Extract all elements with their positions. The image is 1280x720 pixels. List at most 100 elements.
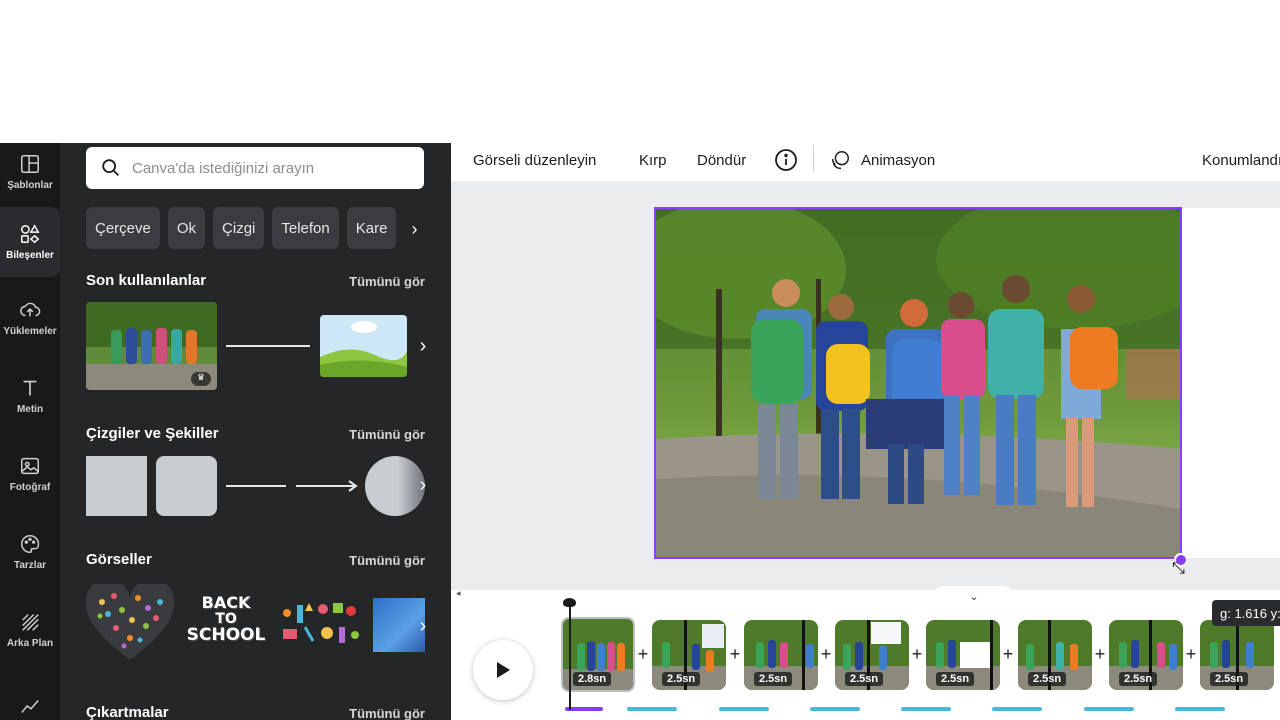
- selected-photo-element[interactable]: [654, 207, 1182, 559]
- lines-next-icon[interactable]: ›: [413, 474, 433, 497]
- info-button[interactable]: [774, 146, 798, 174]
- add-clip-button-4[interactable]: +: [909, 644, 925, 665]
- graphics-next-icon[interactable]: ›: [413, 615, 433, 638]
- playhead-knob[interactable]: [563, 598, 576, 607]
- rail-item-styles[interactable]: Tarzlar: [0, 517, 60, 587]
- add-clip-button-1[interactable]: +: [635, 644, 651, 665]
- clip-duration: 2.5sn: [1119, 672, 1158, 686]
- clip-audio-bar-4: [810, 707, 860, 711]
- search-input[interactable]: [132, 159, 412, 177]
- chip-line[interactable]: Çizgi: [213, 207, 265, 249]
- timeline-clip-2[interactable]: 2.5sn: [652, 620, 726, 690]
- animation-label: Animasyon: [861, 151, 936, 169]
- animation-icon: [831, 151, 849, 169]
- elements-panel: Çerçeve Ok Çizgi Telefon Kare › Son kull…: [60, 143, 451, 720]
- see-all-graphics[interactable]: Tümünü gör: [349, 553, 425, 568]
- see-all-recent[interactable]: Tümünü gör: [349, 274, 425, 289]
- clip-duration: 2.5sn: [754, 672, 793, 686]
- add-clip-button-3[interactable]: +: [818, 644, 834, 665]
- section-title-stickers: Çıkartmalar: [86, 704, 169, 720]
- rail-item-photos[interactable]: Fotoğraf: [0, 439, 60, 509]
- shape-arrow[interactable]: [296, 479, 358, 493]
- search-box[interactable]: [86, 147, 424, 189]
- search-icon: [102, 159, 119, 176]
- shape-line[interactable]: [226, 485, 286, 487]
- chip-arrow[interactable]: Ok: [167, 207, 206, 249]
- info-icon: [775, 149, 797, 171]
- clip-duration: 2.5sn: [845, 672, 884, 686]
- crop-button[interactable]: Kırp: [639, 146, 667, 174]
- see-all-stickers[interactable]: Tümünü gör: [349, 706, 425, 720]
- chip-phone[interactable]: Telefon: [272, 207, 339, 249]
- toolbar-divider: [813, 145, 814, 171]
- back-to-school-graphic[interactable]: BACK TO SCHOOL: [181, 595, 271, 655]
- clip-duration: 2.8sn: [573, 672, 612, 686]
- contextual-toolbar: Görseli düzenleyin Kırp Döndür Animasyon…: [451, 143, 1280, 181]
- shape-square[interactable]: [86, 456, 147, 516]
- rotate-button[interactable]: Döndür: [697, 146, 746, 174]
- resize-cursor-icon: ⤡: [1172, 560, 1185, 577]
- rail-label: Şablonlar: [7, 180, 53, 191]
- timeline-clip-3[interactable]: 2.5sn: [744, 620, 818, 690]
- timeline-clip-1[interactable]: 2.8sn: [561, 617, 635, 692]
- top-blank-area: [0, 0, 1280, 143]
- chips-next-icon[interactable]: ›: [404, 207, 424, 251]
- position-tooltip: g: 1.616 y:: [1212, 600, 1280, 626]
- add-clip-button-7[interactable]: +: [1183, 644, 1199, 665]
- clip-duration: 2.5sn: [1210, 672, 1249, 686]
- left-rail: Şablonlar Bileşenler Yüklemeler Metin Fo…: [0, 143, 60, 720]
- heart-graphic[interactable]: [85, 578, 175, 664]
- animation-button[interactable]: Animasyon: [829, 146, 935, 174]
- clip-duration: 2.5sn: [936, 672, 975, 686]
- chip-frame[interactable]: Çerçeve: [86, 207, 160, 249]
- rail-item-text[interactable]: Metin: [0, 361, 60, 431]
- clip-audio-bar-2: [627, 707, 677, 711]
- rail-label: Fotoğraf: [9, 482, 51, 493]
- add-clip-button-6[interactable]: +: [1092, 644, 1108, 665]
- rail-label: Yüklemeler: [3, 326, 57, 337]
- section-title-graphics: Görseller: [86, 551, 152, 568]
- timeline-clip-8[interactable]: 2.5sn: [1200, 620, 1274, 690]
- school-supplies-graphic[interactable]: [277, 599, 361, 651]
- clip-audio-bar-3: [719, 707, 769, 711]
- recent-photo-thumb[interactable]: ♛: [86, 302, 217, 390]
- rail-label: Bileşenler: [6, 250, 54, 261]
- play-icon: [497, 662, 510, 678]
- add-clip-button-2[interactable]: +: [727, 644, 743, 665]
- bts-line-3: SCHOOL: [186, 625, 266, 645]
- see-all-lines[interactable]: Tümünü gör: [349, 427, 425, 442]
- canva-editor: Şablonlar Bileşenler Yüklemeler Metin Fo…: [0, 0, 1280, 720]
- clip-audio-bar-6: [992, 707, 1042, 711]
- edit-image-button[interactable]: Görseli düzenleyin: [473, 146, 596, 174]
- rail-item-charts[interactable]: [0, 673, 60, 720]
- chart-icon: [21, 700, 39, 713]
- timeline-clip-5[interactable]: 2.5sn: [926, 620, 1000, 690]
- clip-duration: 2.5sn: [1028, 672, 1067, 686]
- timeline-clip-4[interactable]: 2.5sn: [835, 620, 909, 690]
- play-button[interactable]: [473, 640, 533, 700]
- timeline-clip-7[interactable]: 2.5sn: [1109, 620, 1183, 690]
- chip-square[interactable]: Kare: [346, 207, 397, 249]
- text-icon: [23, 380, 37, 396]
- recent-landscape-thumb[interactable]: [320, 315, 407, 377]
- premium-crown-icon: ♛: [191, 372, 211, 386]
- rail-item-uploads[interactable]: Yüklemeler: [0, 283, 60, 353]
- timeline-scroll-left-icon[interactable]: ◂: [456, 588, 461, 599]
- recent-next-icon[interactable]: ›: [413, 335, 433, 358]
- timeline-toggle[interactable]: ⌄: [933, 586, 1015, 606]
- recent-line-item[interactable]: [226, 345, 310, 347]
- rail-item-elements[interactable]: Bileşenler: [0, 207, 60, 277]
- rail-item-background[interactable]: Arka Plan: [0, 595, 60, 665]
- bts-line-1: BACK: [201, 593, 251, 612]
- playhead[interactable]: [569, 604, 571, 710]
- position-button[interactable]: Konumlandır: [1202, 146, 1280, 174]
- shape-rounded-square[interactable]: [156, 456, 217, 516]
- section-title-lines: Çizgiler ve Şekiller: [86, 425, 219, 442]
- rail-item-templates[interactable]: Şablonlar: [0, 139, 60, 205]
- timeline-clip-6[interactable]: 2.5sn: [1018, 620, 1092, 690]
- add-clip-button-5[interactable]: +: [1000, 644, 1016, 665]
- clip-duration: 2.5sn: [662, 672, 701, 686]
- clip-audio-bar-8: [1175, 707, 1225, 711]
- background-icon: [22, 614, 39, 631]
- image-icon: [21, 457, 39, 475]
